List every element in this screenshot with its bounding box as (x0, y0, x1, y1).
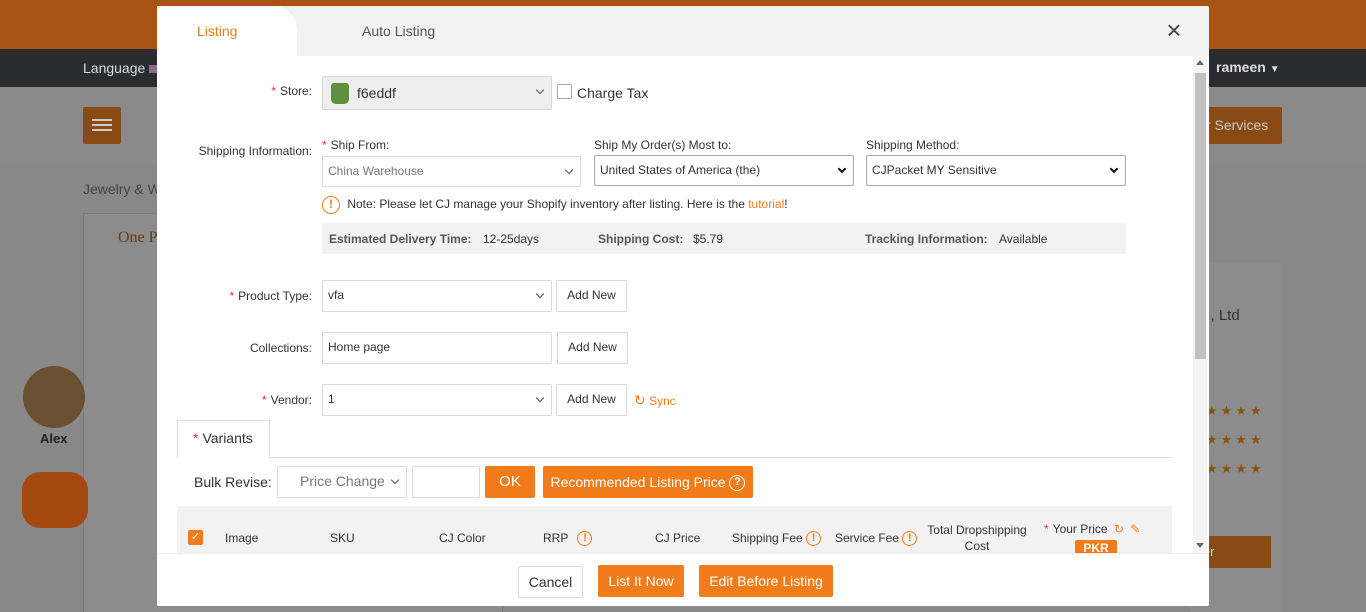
add-product-type-button[interactable]: Add New (556, 280, 627, 312)
ship-to-label: Ship My Order(s) Most to: (594, 138, 732, 152)
tutorial-link[interactable]: tutorial (748, 197, 784, 211)
info-icon[interactable]: ! (902, 531, 918, 547)
est-delivery-value: 12-25days (483, 232, 540, 246)
ship-from-label: * Ship From: (322, 138, 390, 152)
product-card-title: One P (118, 229, 158, 246)
variants-divider (269, 457, 1172, 458)
modal-footer: Cancel List It Now Edit Before Listing (157, 553, 1209, 606)
list-now-button[interactable]: List It Now (598, 565, 684, 597)
tracking-label: Tracking Information: (865, 232, 988, 246)
store-select[interactable]: f6eddf (322, 76, 552, 110)
shipping-summary: Estimated Delivery Time: 12-25days Shipp… (322, 223, 1126, 254)
shipping-cost-value: $5.79 (693, 232, 724, 246)
shipping-method-select[interactable]: CJPacket MY Sensitive (866, 155, 1126, 186)
tab-auto-listing[interactable]: Auto Listing (362, 6, 435, 56)
col-shipping-fee: Shipping Fee ! (732, 531, 822, 547)
agent-avatar[interactable] (23, 366, 85, 428)
shopify-icon (331, 83, 349, 104)
refresh-icon: ↻ (634, 392, 646, 408)
close-icon[interactable]: × (1162, 17, 1186, 43)
vendor-select[interactable]: 1 (322, 384, 552, 416)
variants-tab[interactable]: * Variants (177, 420, 270, 458)
inventory-note: ! Note: Please let CJ manage your Shopif… (322, 196, 788, 214)
recommended-price-button[interactable]: Recommended Listing Price ? (543, 466, 753, 498)
warning-icon: ! (322, 196, 340, 214)
currency-badge: PKR (1075, 540, 1117, 553)
rating-stars: ★★★★ (1206, 461, 1265, 476)
col-total-cost: Total Dropshipping Cost (927, 523, 1027, 553)
col-image: Image (225, 531, 259, 545)
refresh-icon[interactable]: ↻ (1114, 522, 1124, 536)
bulk-amount-input[interactable] (412, 466, 480, 498)
breadcrumb: Jewelry & W (83, 181, 161, 197)
modal-scrollbar[interactable] (1193, 56, 1207, 553)
add-collection-button[interactable]: Add New (557, 332, 628, 364)
rating-stars: ★★★★ (1206, 403, 1265, 418)
shipping-cost-label: Shipping Cost: (598, 232, 684, 246)
sync-button[interactable]: ↻ Sync (634, 392, 676, 409)
scroll-up-icon[interactable] (1196, 60, 1204, 65)
agent-name: Alex (40, 431, 68, 446)
edit-before-listing-button[interactable]: Edit Before Listing (699, 565, 833, 597)
language-selector[interactable]: Language (83, 60, 158, 76)
store-label: * Store: (271, 84, 312, 98)
rating-stars: ★★★★ (1206, 432, 1265, 447)
select-all-checkbox[interactable]: ✓ (188, 530, 203, 545)
vendor-label: * Vendor: (261, 393, 312, 407)
tab-listing[interactable]: Listing (157, 6, 297, 56)
tracking-value: Available (999, 232, 1048, 246)
listing-modal: Listing Auto Listing × * Store: f6eddf Ch… (157, 6, 1209, 606)
brush-icon[interactable]: ✎ (1130, 522, 1140, 536)
col-your-price: * Your Price ↻ ✎ (1044, 522, 1141, 536)
info-icon[interactable]: ! (806, 531, 822, 547)
col-sku: SKU (330, 531, 355, 545)
charge-tax-label: Charge Tax (577, 85, 649, 101)
shipping-info-label: Shipping Information: (198, 144, 312, 158)
menu-icon[interactable] (83, 107, 121, 144)
shipping-method-label: Shipping Method: (866, 138, 960, 152)
modal-tabs: Listing Auto Listing × (157, 6, 1209, 56)
help-icon: ? (729, 475, 746, 492)
bulk-revise-label: Bulk Revise: (194, 474, 272, 490)
collections-input[interactable]: Home page (322, 332, 552, 364)
scroll-thumb[interactable] (1195, 73, 1206, 359)
bulk-ok-button[interactable]: OK (485, 466, 535, 498)
col-cj-color: CJ Color (439, 531, 486, 545)
collections-label: Collections: (249, 341, 312, 355)
charge-tax-checkbox[interactable] (557, 84, 572, 99)
col-rrp: RRP ! (543, 531, 593, 547)
chatbot-icon[interactable] (22, 472, 88, 528)
ship-to-select[interactable]: United States of America (the) (594, 155, 854, 186)
col-cj-price: CJ Price (655, 531, 701, 545)
product-type-select[interactable]: vfa (322, 280, 552, 312)
ship-from-select[interactable]: China Warehouse (322, 156, 581, 187)
bulk-mode-select[interactable]: Price Change (277, 466, 407, 498)
info-icon[interactable]: ! (577, 531, 593, 547)
product-type-label: * Product Type: (229, 289, 313, 303)
cancel-button[interactable]: Cancel (518, 566, 583, 598)
est-delivery-label: Estimated Delivery Time: (329, 232, 472, 246)
variants-table-header: ✓ Image SKU CJ Color RRP ! CJ Price Ship… (177, 506, 1172, 553)
modal-body: * Store: f6eddf Charge Tax Shipping Infor… (157, 56, 1209, 553)
col-service-fee: Service Fee ! (835, 531, 918, 547)
scroll-down-icon[interactable] (1196, 543, 1204, 548)
add-vendor-button[interactable]: Add New (556, 384, 627, 416)
user-menu[interactable]: rameen ▼ (1216, 59, 1280, 75)
